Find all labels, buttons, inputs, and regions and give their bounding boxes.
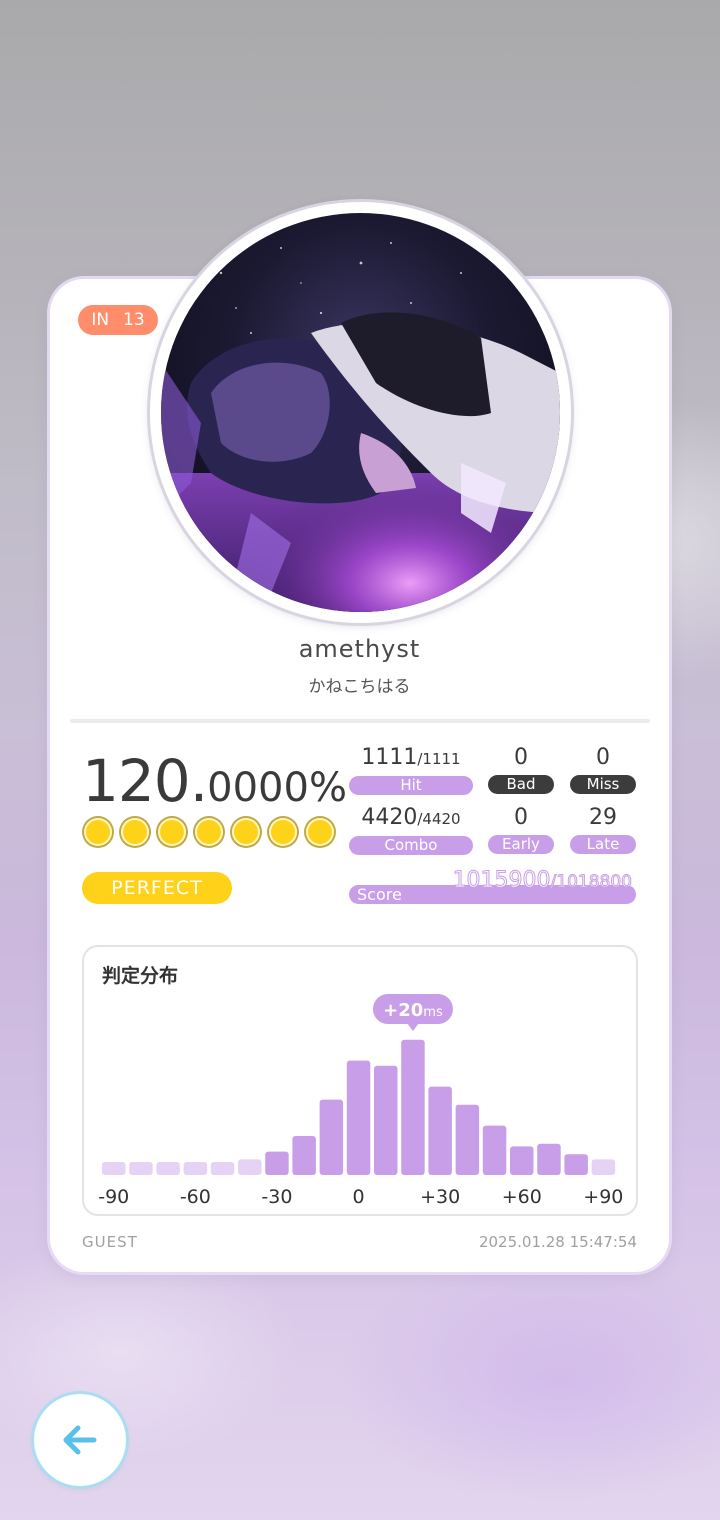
distribution-bar <box>564 1154 588 1175</box>
x-tick-label: -90 <box>98 1186 129 1208</box>
divider <box>70 719 650 723</box>
distribution-bar <box>455 1104 480 1175</box>
bad-value: 0 <box>514 745 528 770</box>
distribution-bar <box>102 1162 126 1175</box>
early-label: Early <box>488 835 554 854</box>
medal-icon <box>232 818 260 846</box>
score-max: /1018800 <box>550 872 632 892</box>
accuracy-integer: 120. <box>82 747 208 815</box>
bad-label: Bad <box>488 775 554 794</box>
stat-miss: 0 Miss <box>570 743 636 794</box>
medal-row <box>84 818 334 846</box>
grade-badge: PERFECT <box>82 872 232 904</box>
play-datetime: 2025.01.28 15:47:54 <box>478 1233 637 1251</box>
song-title: amethyst <box>298 635 421 663</box>
x-tick-label: -30 <box>261 1186 292 1208</box>
x-tick-label: +60 <box>502 1186 542 1208</box>
medal-icon <box>195 818 223 846</box>
distribution-bar <box>591 1159 616 1175</box>
peak-callout: +20ms <box>372 994 453 1031</box>
song-artist: かねこちはる <box>308 677 411 697</box>
medal-icon <box>306 818 334 846</box>
distribution-bar <box>401 1039 425 1175</box>
medal-icon <box>121 818 149 846</box>
hit-value: 1111 <box>361 745 418 770</box>
player-name: GUEST <box>82 1233 138 1251</box>
difficulty-label: IN <box>91 310 110 330</box>
combo-total: /4420 <box>417 810 461 828</box>
combo-value: 4420 <box>361 805 418 830</box>
medal-icon <box>269 818 297 846</box>
medal-icon <box>84 818 112 846</box>
stat-combo: 4420/4420 Combo <box>349 803 473 855</box>
late-label: Late <box>570 835 636 854</box>
combo-label: Combo <box>349 836 473 855</box>
stat-early: 0 Early <box>488 803 554 854</box>
x-tick-label: +30 <box>420 1186 460 1208</box>
level-value: 13 <box>123 310 145 330</box>
early-value: 0 <box>514 805 528 830</box>
judgement-distribution-chart: -90 -60 -30 0 +30 +60 +90 +20ms 判定分布 <box>82 945 638 1216</box>
distribution-bar <box>292 1136 316 1175</box>
distribution-bar <box>428 1086 452 1175</box>
back-button[interactable] <box>34 1394 126 1486</box>
x-tick-label: -60 <box>180 1186 211 1208</box>
distribution-bar <box>374 1065 398 1175</box>
distribution-bar <box>346 1060 371 1175</box>
late-value: 29 <box>589 805 617 830</box>
x-tick-label: +90 <box>583 1186 623 1208</box>
miss-label: Miss <box>570 775 636 794</box>
stat-hit: 1111/1111 Hit <box>349 743 473 795</box>
score-bar: Score 1015900/1018800 <box>349 869 636 904</box>
stat-late: 29 Late <box>570 803 636 854</box>
hit-label: Hit <box>349 776 473 795</box>
stat-bad: 0 Bad <box>488 743 554 794</box>
miss-value: 0 <box>596 745 610 770</box>
x-tick-label: 0 <box>353 1186 365 1208</box>
song-jacket-image <box>161 213 560 612</box>
distribution-bar <box>482 1125 507 1175</box>
distribution-bar <box>265 1151 289 1175</box>
medal-icon <box>158 818 186 846</box>
distribution-bar <box>129 1162 153 1175</box>
distribution-bar <box>183 1162 208 1175</box>
score-current: 1015900 <box>452 868 551 893</box>
accuracy-decimal: 0000% <box>207 765 347 811</box>
jacket-frame <box>150 202 571 623</box>
distribution-bar <box>510 1146 534 1175</box>
left-arrow-icon <box>63 1425 97 1455</box>
distribution-bar <box>319 1099 344 1175</box>
score-value: 1015900/1018800 <box>452 868 632 893</box>
chart-title: 判定分布 <box>102 965 179 987</box>
distribution-bar <box>537 1143 561 1175</box>
score-label: Score <box>357 885 402 904</box>
distribution-bar <box>156 1162 180 1175</box>
distribution-bar <box>238 1159 262 1175</box>
distribution-bar <box>210 1162 235 1175</box>
level-badge: IN 13 <box>78 305 158 335</box>
hit-total: /1111 <box>417 750 461 768</box>
accuracy: 120.0000% <box>82 747 347 815</box>
